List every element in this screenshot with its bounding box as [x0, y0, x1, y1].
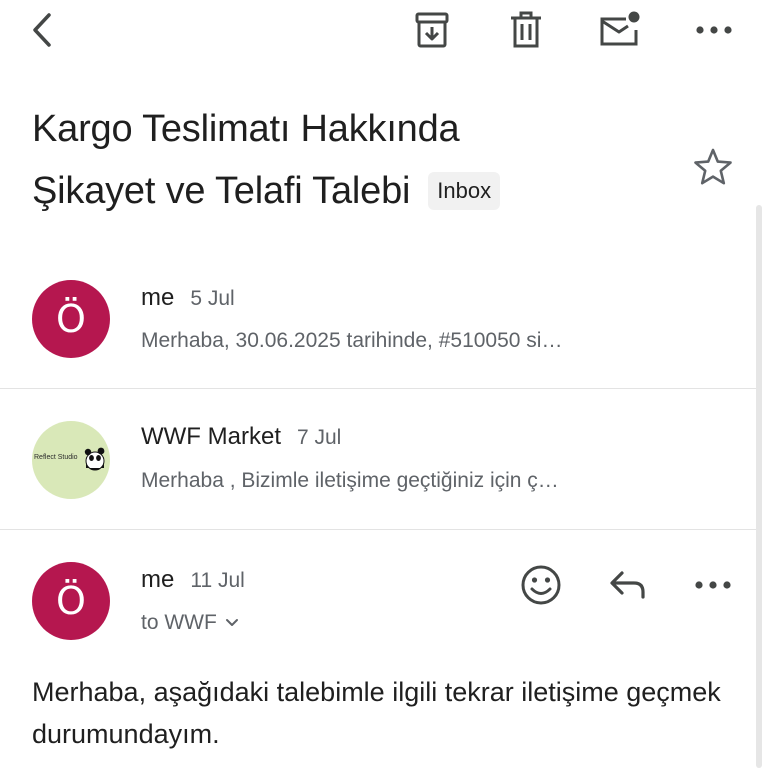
top-app-bar	[0, 0, 768, 64]
mark-unread-button[interactable]	[596, 6, 644, 54]
thread-message-collapsed[interactable]: Ö me 5 Jul Merhaba, 30.06.2025 tarihinde…	[0, 256, 756, 388]
inbox-label-chip[interactable]: Inbox	[428, 172, 501, 210]
back-button[interactable]	[18, 6, 66, 54]
mark-unread-icon	[600, 11, 640, 46]
avatar[interactable]: Ö	[32, 562, 110, 640]
panda-icon	[84, 447, 105, 471]
message-snippet: Merhaba, 30.06.2025 tarihinde, #510050 s…	[141, 329, 563, 352]
avatar[interactable]: Reflect Studio	[32, 421, 110, 499]
scrollbar[interactable]	[756, 205, 762, 768]
trash-icon	[511, 11, 541, 48]
wwf-logo: Reflect Studio	[32, 421, 110, 499]
message-snippet: Merhaba , Bizimle iletişime geçtiğiniz i…	[141, 469, 559, 492]
avatar-letter: Ö	[56, 579, 86, 623]
thread-message-collapsed[interactable]: Reflect Studio WWF Market 7 Jul Merhaba …	[0, 389, 756, 529]
reply-button[interactable]	[603, 560, 653, 610]
avatar-letter: Ö	[56, 297, 86, 341]
message-body: Merhaba, aşağıdaki talebimle ilgili tekr…	[32, 677, 721, 749]
message-more-button[interactable]	[688, 560, 738, 610]
archive-button[interactable]	[408, 6, 456, 54]
subject-line-2: Şikayet ve Telafi Talebi	[32, 170, 411, 212]
delete-button[interactable]	[502, 6, 550, 54]
message-date: 5 Jul	[190, 287, 235, 310]
recipient-details-toggle[interactable]: to WWF	[141, 611, 239, 635]
avatar[interactable]: Ö	[32, 280, 110, 358]
email-subject: Kargo Teslimatı Hakkında Şikayet ve Tela…	[32, 98, 672, 222]
star-button[interactable]	[688, 142, 738, 192]
more-options-button[interactable]	[690, 6, 738, 54]
add-reaction-button[interactable]	[516, 560, 566, 610]
subject-line-1: Kargo Teslimatı Hakkında	[32, 108, 460, 150]
subject-line-2-row: Şikayet ve Telafi Talebi Inbox	[32, 160, 672, 222]
sender-row: me 11 Jul	[141, 566, 245, 594]
message-date: 11 Jul	[190, 569, 245, 592]
sender-name: me	[141, 566, 175, 593]
recipient-label: to WWF	[141, 611, 217, 634]
sender-name: me	[141, 284, 175, 311]
more-horizontal-icon	[695, 581, 731, 589]
sender-row: WWF Market 7 Jul	[141, 423, 341, 451]
logo-text: Reflect Studio	[34, 454, 78, 461]
more-horizontal-icon	[696, 26, 732, 34]
message-date: 7 Jul	[296, 426, 342, 449]
archive-icon	[415, 12, 449, 48]
sender-name: WWF Market	[141, 423, 281, 450]
reply-icon	[610, 571, 645, 599]
sender-row: me 5 Jul	[141, 284, 235, 312]
add-reaction-icon	[521, 565, 561, 605]
star-outline-icon	[694, 148, 732, 185]
arrow-back-icon	[33, 13, 51, 47]
open-message: Ö me 11 Jul to WWF Merhaba, aşağıdaki ta…	[0, 530, 756, 768]
chevron-down-icon	[225, 618, 239, 628]
